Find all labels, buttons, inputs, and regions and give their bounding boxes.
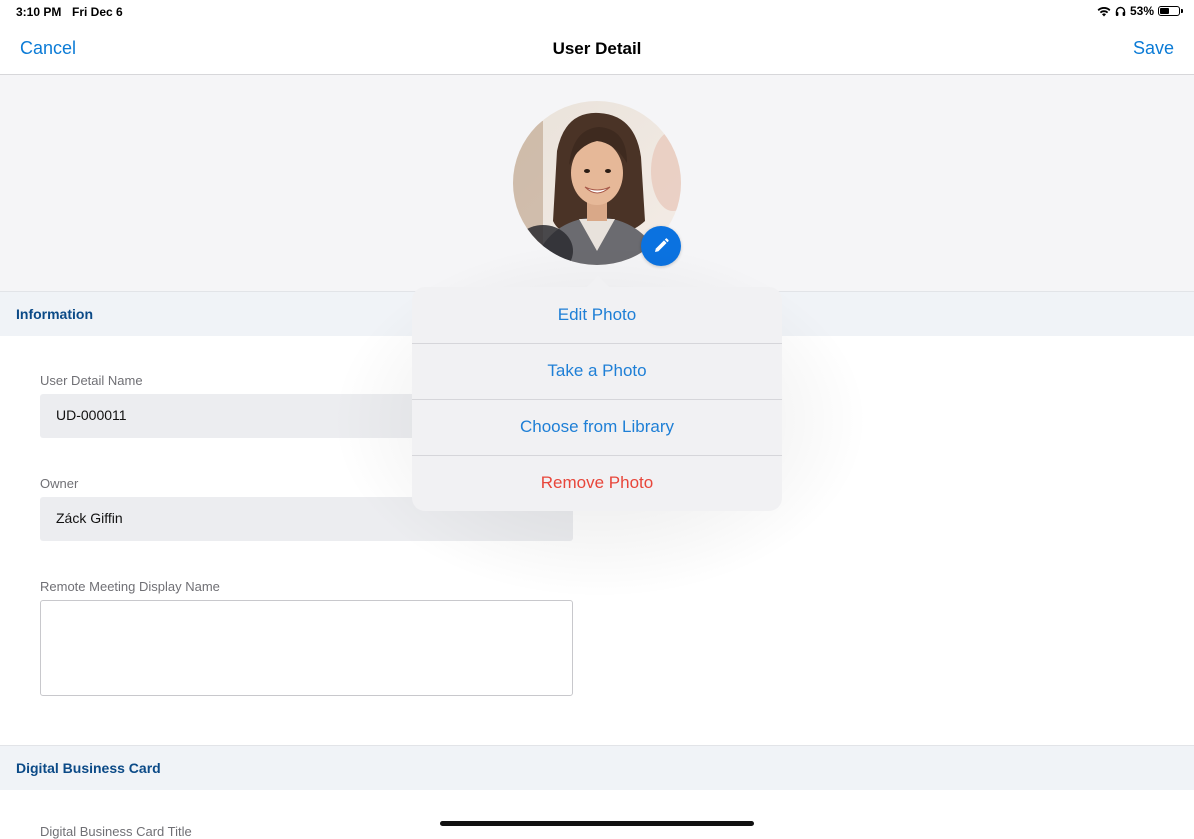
- battery-icon: [1158, 6, 1183, 16]
- section-title: Information: [16, 306, 93, 322]
- edit-photo-option[interactable]: Edit Photo: [412, 287, 782, 343]
- section-title: Digital Business Card: [16, 760, 161, 776]
- status-indicators: 53%: [1097, 4, 1183, 18]
- user-detail-name-label: User Detail Name: [40, 373, 143, 388]
- page-title: User Detail: [552, 39, 642, 58]
- owner-value: Záck Giffin: [56, 510, 123, 526]
- status-time: 3:10 PM: [16, 5, 62, 19]
- remove-photo-option[interactable]: Remove Photo: [412, 455, 782, 511]
- choose-from-library-option[interactable]: Choose from Library: [412, 399, 782, 455]
- owner-label: Owner: [40, 476, 79, 491]
- navigation-bar: Cancel User Detail Save: [0, 24, 1194, 75]
- battery-percent: 53%: [1129, 4, 1154, 18]
- user-detail-name-value: UD-000011: [56, 407, 127, 423]
- home-indicator: [440, 821, 754, 826]
- save-button[interactable]: Save: [1133, 38, 1174, 59]
- take-photo-option[interactable]: Take a Photo: [412, 343, 782, 399]
- status-date: Fri Dec 6: [72, 5, 123, 19]
- section-header-digital-business-card: Digital Business Card: [0, 745, 1194, 790]
- wifi-icon: [1097, 6, 1111, 16]
- photo-options-popover: Edit Photo Take a Photo Choose from Libr…: [412, 287, 782, 511]
- headphones-icon: [1115, 6, 1126, 16]
- battery-level: [1160, 8, 1169, 14]
- remote-meeting-display-name-label: Remote Meeting Display Name: [40, 579, 220, 594]
- status-bar: 3:10 PM Fri Dec 6 53%: [0, 0, 1194, 24]
- digital-business-card-title-label: Digital Business Card Title: [40, 824, 192, 839]
- remote-meeting-display-name-input[interactable]: [40, 600, 573, 696]
